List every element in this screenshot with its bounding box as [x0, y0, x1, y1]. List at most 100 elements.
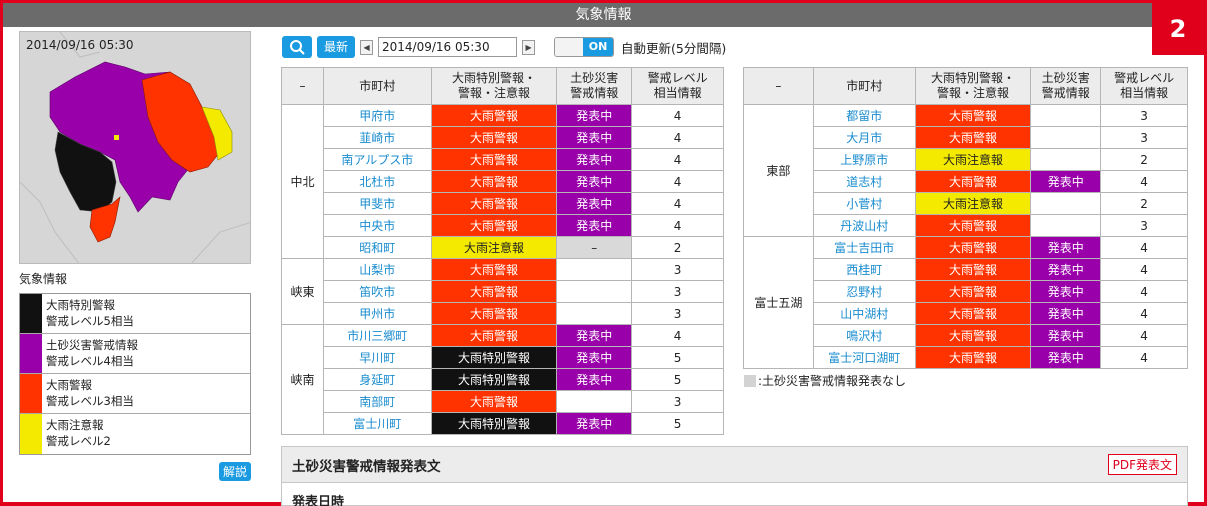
search-button[interactable] — [282, 36, 312, 58]
city-link[interactable]: 鳴沢村 — [812, 324, 916, 347]
legend-swatch — [20, 294, 42, 333]
level-cell: 3 — [1100, 104, 1188, 127]
region-cell: 東部 — [743, 104, 814, 237]
warning-cell: 大雨警報 — [914, 258, 1032, 281]
level-cell: 4 — [631, 324, 724, 347]
legend-item-heavy-rain-warning: 大雨警報 警戒レベル3相当 — [20, 374, 250, 414]
warning-cell: 大雨注意報 — [914, 192, 1032, 215]
explain-button[interactable]: 解説 — [218, 462, 251, 481]
warning-cell: 大雨警報 — [914, 236, 1032, 259]
landslide-cell: 発表中 — [1030, 258, 1102, 281]
level-cell: 4 — [631, 214, 724, 237]
city-link[interactable]: 昭和町 — [322, 236, 432, 259]
level-cell: 4 — [631, 192, 724, 215]
landslide-cell — [556, 390, 633, 413]
panel-number-badge: 2 — [1152, 3, 1204, 55]
level-cell: 4 — [1100, 236, 1188, 259]
left-panel: 2014/09/16 05:30 気象情報 大雨特別警報 警戒レベル5相当 土砂… — [19, 31, 251, 481]
table-row: 昭和町 大雨注意報 –2 — [282, 236, 724, 259]
landslide-cell: 発表中 — [556, 346, 633, 369]
table-row: 東部 都留市 大雨警報 3 — [743, 104, 1188, 237]
warning-cell: 大雨警報 — [430, 104, 558, 127]
level-cell: 5 — [631, 346, 724, 369]
warning-cell: 大雨警報 — [914, 104, 1032, 127]
warning-map[interactable]: 2014/09/16 05:30 — [19, 31, 251, 264]
city-link[interactable]: 笛吹市 — [322, 280, 432, 303]
city-link[interactable]: 大月市 — [812, 126, 916, 149]
warning-cell: 大雨警報 — [430, 170, 558, 193]
city-link[interactable]: 韮崎市 — [322, 126, 432, 149]
toolbar: 最新 ◀ 2014/09/16 05:30 ▶ ON 自動更新(5分間隔) — [282, 36, 726, 58]
warning-cell: 大雨警報 — [430, 324, 558, 347]
landslide-cell: 発表中 — [556, 104, 633, 127]
city-link[interactable]: 市川三郷町 — [322, 324, 432, 347]
level-cell: 4 — [1100, 170, 1188, 193]
city-link[interactable]: 富士吉田市 — [812, 236, 916, 259]
city-link[interactable]: 富士河口湖町 — [812, 346, 916, 369]
city-link[interactable]: 山梨市 — [322, 258, 432, 281]
legend: 大雨特別警報 警戒レベル5相当 土砂災害警戒情報 警戒レベル4相当 大雨警報 警… — [19, 293, 251, 455]
landslide-cell: 発表中 — [556, 170, 633, 193]
city-link[interactable]: 甲州市 — [322, 302, 432, 325]
city-link[interactable]: 中央市 — [322, 214, 432, 237]
landslide-cell: 発表中 — [1030, 280, 1102, 303]
level-cell: 5 — [631, 412, 724, 435]
next-time-button[interactable]: ▶ — [522, 39, 536, 55]
auto-update-toggle[interactable]: ON — [554, 37, 615, 57]
landslide-cell — [1030, 214, 1102, 237]
city-link[interactable]: 上野原市 — [812, 148, 916, 171]
landslide-cell: 発表中 — [1030, 346, 1102, 369]
warnings-table-east: – 市町村 大雨特別警報・ 警報・注意報 土砂災害 警戒情報 警戒レベル 相当情報 東… — [743, 67, 1188, 369]
city-link[interactable]: 早川町 — [322, 346, 432, 369]
city-link[interactable]: 都留市 — [812, 104, 916, 127]
level-cell: 3 — [631, 280, 724, 303]
map-graphic — [20, 32, 250, 263]
landslide-cell: 発表中 — [556, 192, 633, 215]
table-row: 韮崎市 大雨警報 発表中 4 — [282, 126, 724, 149]
city-link[interactable]: 山中湖村 — [812, 302, 916, 325]
landslide-none-note: :土砂災害警戒情報発表なし — [744, 372, 906, 389]
landslide-cell: 発表中 — [556, 214, 633, 237]
table-row: 峡東 山梨市 大雨警報 3 — [281, 258, 724, 325]
level-cell: 2 — [1100, 192, 1188, 215]
landslide-bulletin-panel: 土砂災害警戒情報発表文 PDF発表文 発表日時 — [281, 446, 1188, 506]
legend-sublabel: 警戒レベル4相当 — [46, 354, 134, 368]
city-link[interactable]: 忍野村 — [812, 280, 916, 303]
city-link[interactable]: 南部町 — [322, 390, 432, 413]
city-link[interactable]: 西桂町 — [812, 258, 916, 281]
table-row: 富士川町 大雨特別警報 発表中 5 — [282, 412, 724, 435]
city-link[interactable]: 道志村 — [812, 170, 916, 193]
note-text: :土砂災害警戒情報発表なし — [758, 374, 907, 388]
city-link[interactable]: 南アルプス市 — [322, 148, 432, 171]
city-link[interactable]: 甲斐市 — [322, 192, 432, 215]
warning-cell: 大雨警報 — [914, 280, 1032, 303]
level-cell: 4 — [631, 148, 724, 171]
city-link[interactable]: 富士川町 — [322, 412, 432, 435]
latest-button[interactable]: 最新 — [317, 36, 356, 58]
city-link[interactable]: 甲府市 — [322, 104, 432, 127]
col-header-level: 警戒レベル 相当情報 — [1100, 67, 1188, 105]
landslide-cell: 発表中 — [1030, 302, 1102, 325]
table-row: 南部町 大雨警報 3 — [282, 390, 724, 413]
legend-sublabel: 警戒レベル5相当 — [46, 314, 134, 328]
level-cell: 2 — [1100, 148, 1188, 171]
level-cell: 3 — [631, 390, 724, 413]
level-cell: 4 — [1100, 324, 1188, 347]
datetime-input[interactable]: 2014/09/16 05:30 — [378, 37, 518, 57]
level-cell: 4 — [1100, 280, 1188, 303]
col-header-warning: 大雨特別警報・ 警報・注意報 — [914, 67, 1032, 105]
landslide-cell — [1030, 126, 1102, 149]
col-header-level: 警戒レベル 相当情報 — [631, 67, 724, 105]
city-link[interactable]: 丹波山村 — [812, 214, 916, 237]
city-link[interactable]: 小菅村 — [812, 192, 916, 215]
col-header-city: 市町村 — [322, 67, 432, 105]
window-title: 気象情報 — [3, 3, 1204, 27]
city-link[interactable]: 北杜市 — [322, 170, 432, 193]
prev-time-button[interactable]: ◀ — [360, 39, 374, 55]
city-link[interactable]: 身延町 — [322, 368, 432, 391]
table-row: 甲斐市 大雨警報 発表中 4 — [282, 192, 724, 215]
pdf-bulletin-button[interactable]: PDF発表文 — [1107, 454, 1177, 475]
level-cell: 2 — [631, 236, 724, 259]
warning-cell: 大雨警報 — [430, 258, 558, 281]
landslide-cell — [556, 280, 633, 303]
